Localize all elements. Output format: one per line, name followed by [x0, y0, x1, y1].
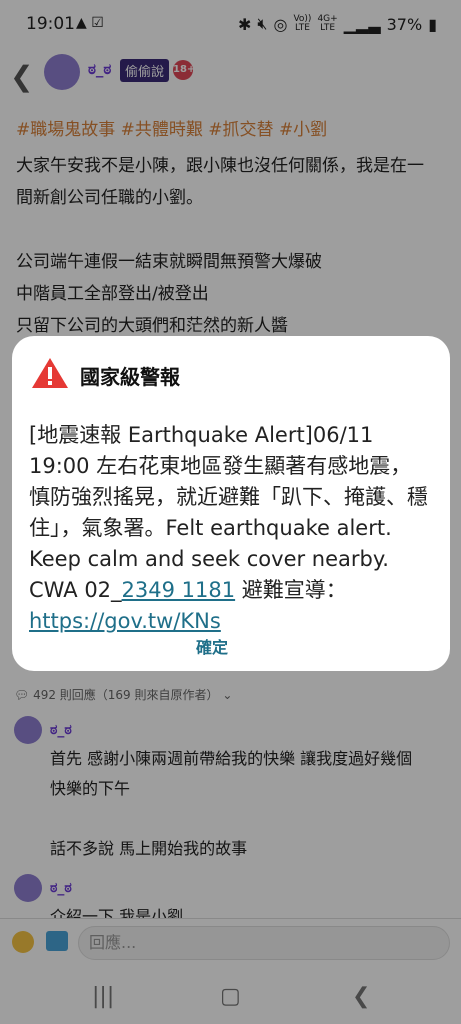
url-link[interactable]: https://gov.tw/KNs	[29, 609, 221, 633]
alert-message-text: [地震速報 Earthquake Alert]06/11 19:00 左右花東地…	[29, 423, 428, 602]
emergency-alert-dialog: 國家級警報 [地震速報 Earthquake Alert]06/11 19:00…	[12, 336, 450, 671]
warning-triangle-icon	[32, 358, 68, 388]
alert-title: 國家級警報	[80, 365, 180, 389]
phone-link[interactable]: 2349 1181	[122, 578, 236, 602]
alert-message: [地震速報 Earthquake Alert]06/11 19:00 左右花東地…	[29, 420, 431, 637]
alert-guide-text: 避難宣導：	[235, 578, 347, 602]
confirm-button[interactable]: 確定	[196, 634, 228, 658]
